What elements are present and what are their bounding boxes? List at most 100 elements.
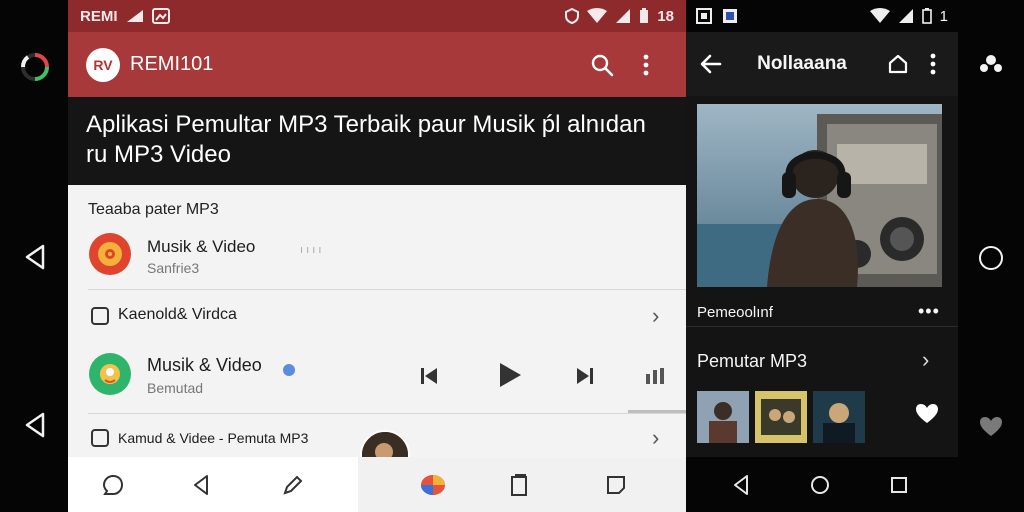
chevron-right-icon: › bbox=[652, 425, 660, 450]
vinyl-icon bbox=[89, 233, 131, 275]
nav-back-button[interactable] bbox=[186, 470, 216, 500]
chevron-right-icon[interactable]: › bbox=[922, 347, 929, 373]
back-nav-icon-secondary[interactable] bbox=[20, 410, 50, 440]
pen-icon bbox=[283, 475, 303, 495]
right-screen: 1 Nollaaana Pemeoolınf ••• Pemutar MP3 › bbox=[686, 0, 958, 512]
next-button[interactable] bbox=[570, 361, 600, 391]
list-item-subtitle: Sanfrie3 bbox=[147, 260, 200, 276]
signal-icon bbox=[126, 10, 143, 22]
battery-icon bbox=[640, 8, 649, 23]
divider bbox=[686, 326, 958, 327]
album-thumb[interactable] bbox=[755, 391, 807, 443]
nav-edit-button[interactable] bbox=[278, 470, 308, 500]
prev-icon bbox=[421, 368, 437, 384]
home-circle-icon[interactable] bbox=[976, 243, 1006, 273]
wifi-icon bbox=[869, 8, 890, 23]
more-options-button[interactable] bbox=[624, 43, 668, 87]
list-item-title: Kaenold& Virdca bbox=[118, 306, 237, 323]
nav-note-button[interactable] bbox=[601, 470, 631, 500]
wifi-icon bbox=[587, 8, 608, 23]
playlist-title[interactable]: Pemutar MP3 bbox=[697, 351, 807, 372]
next-icon bbox=[577, 368, 593, 384]
status-bar-right: 1 bbox=[686, 0, 958, 32]
photo-icon bbox=[151, 8, 170, 24]
colorful-app-icon bbox=[421, 475, 445, 495]
home-circle-icon bbox=[811, 476, 829, 494]
hero-image[interactable] bbox=[697, 104, 942, 287]
now-playing-item[interactable]: Musik & Video Bemutad bbox=[68, 345, 686, 407]
now-playing-title: Pemeoolınf bbox=[697, 304, 773, 321]
screenshot-icon bbox=[696, 8, 712, 24]
heart-icon bbox=[916, 404, 938, 423]
shield-icon bbox=[565, 8, 580, 24]
community-icon[interactable] bbox=[976, 50, 1006, 80]
equalizer-icon bbox=[646, 368, 664, 384]
list-content: Teaaba pater MP3 Musik & Video Sanfrie3 … bbox=[68, 185, 686, 457]
heart-button[interactable] bbox=[915, 403, 939, 430]
cell-signal-icon bbox=[616, 9, 631, 23]
list-item-title: Musik & Video bbox=[147, 237, 256, 256]
carrier-label: REMI bbox=[80, 7, 118, 25]
home-icon bbox=[888, 54, 908, 74]
app-title-right: Nollaaana bbox=[757, 53, 847, 74]
divider bbox=[88, 289, 686, 290]
more-options-button[interactable] bbox=[918, 49, 948, 79]
nav-home-button[interactable] bbox=[98, 470, 128, 500]
back-arrow-icon bbox=[700, 54, 722, 74]
back-nav-icon[interactable] bbox=[20, 242, 50, 272]
system-nav-right bbox=[686, 457, 958, 512]
status-time: 18 bbox=[657, 7, 674, 25]
page-headline: Aplikasi Pemultar MP3 Terbaik paur Musik… bbox=[68, 97, 686, 185]
status-time: 1 bbox=[939, 7, 948, 25]
device-frame: REMI 18 RV REMI101 Aplikasi Pemultar MP3… bbox=[0, 0, 1024, 512]
section-title: Teaaba pater MP3 bbox=[88, 201, 219, 218]
more-vert-icon bbox=[930, 53, 936, 75]
nav-copy-button[interactable] bbox=[504, 470, 534, 500]
copy-icon bbox=[511, 474, 527, 496]
loader-icon bbox=[18, 50, 52, 84]
bubble-icon bbox=[102, 474, 124, 495]
video-icon bbox=[91, 429, 109, 447]
list-item-title: Kamud & Videe - Pemuta MP3 bbox=[118, 430, 309, 446]
more-horiz-button[interactable]: ••• bbox=[918, 301, 940, 322]
search-icon bbox=[591, 54, 614, 76]
chevron-right-icon: › bbox=[652, 303, 660, 328]
play-button[interactable] bbox=[492, 357, 528, 393]
app-logo: RV bbox=[86, 47, 120, 82]
bottom-nav bbox=[68, 457, 686, 512]
app-bar: RV REMI101 bbox=[68, 32, 686, 97]
back-triangle-icon bbox=[194, 475, 208, 495]
list-item-1[interactable]: Musik & Video Sanfrie3 ı ı ı ı bbox=[68, 227, 686, 285]
left-screen: REMI 18 RV REMI101 Aplikasi Pemultar MP3… bbox=[68, 0, 686, 512]
home-button[interactable] bbox=[878, 49, 918, 79]
location-icon bbox=[91, 307, 109, 325]
list-item-meta: ı ı ı ı bbox=[300, 244, 322, 256]
nav-home-button[interactable] bbox=[805, 470, 835, 500]
nav-recents-button[interactable] bbox=[884, 470, 914, 500]
list-item-2[interactable]: Kaenold& Virdca › bbox=[68, 291, 686, 343]
search-button[interactable] bbox=[580, 43, 624, 87]
status-bar: REMI 18 bbox=[68, 0, 686, 32]
album-thumb[interactable] bbox=[697, 391, 749, 443]
verified-badge-icon bbox=[283, 364, 295, 376]
back-button[interactable] bbox=[696, 49, 726, 79]
album-thumb[interactable] bbox=[813, 391, 865, 443]
nav-app-button[interactable] bbox=[418, 470, 448, 500]
equalizer-button[interactable] bbox=[640, 361, 670, 391]
note-icon bbox=[607, 476, 625, 494]
battery-icon bbox=[921, 8, 932, 24]
list-item-title: Musik & Video bbox=[147, 355, 262, 375]
back-triangle-icon bbox=[734, 475, 748, 495]
app-title: REMI101 bbox=[130, 53, 214, 75]
app-mascot-icon bbox=[89, 353, 131, 395]
cell-signal-icon bbox=[898, 9, 913, 23]
prev-button[interactable] bbox=[414, 361, 444, 391]
app-notification-icon bbox=[723, 9, 737, 23]
nav-back-button[interactable] bbox=[726, 470, 756, 500]
left-rail bbox=[0, 0, 68, 512]
more-vert-icon bbox=[643, 54, 649, 75]
recents-icon bbox=[891, 477, 907, 493]
right-rail bbox=[958, 0, 1024, 512]
heart-icon[interactable] bbox=[976, 412, 1006, 442]
play-icon bbox=[500, 363, 521, 387]
